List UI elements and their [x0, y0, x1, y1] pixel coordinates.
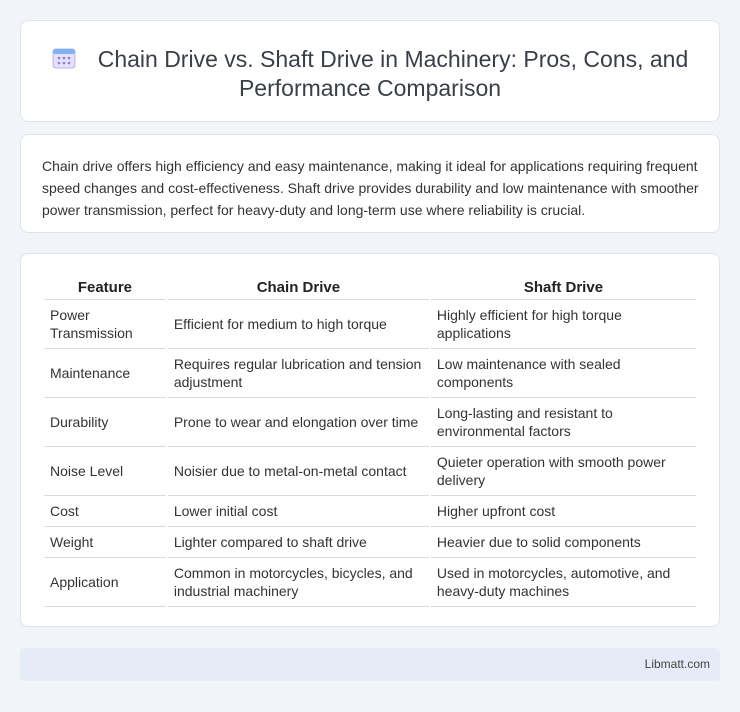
comparison-table: Feature Chain Drive Shaft Drive Power Tr… — [42, 274, 698, 607]
shaft-drive-cell: Low maintenance with sealed components — [430, 349, 696, 398]
shaft-drive-cell: Higher upfront cost — [430, 496, 696, 527]
table-row: Noise Level Noisier due to metal-on-meta… — [44, 447, 696, 496]
table-row: Cost Lower initial cost Higher upfront c… — [44, 496, 696, 527]
chain-drive-cell: Lower initial cost — [167, 496, 429, 527]
chain-drive-cell: Noisier due to metal-on-metal contact — [167, 447, 429, 496]
header-chain-drive: Chain Drive — [167, 274, 429, 300]
feature-cell: Weight — [44, 527, 166, 558]
chain-drive-cell: Requires regular lubrication and tension… — [167, 349, 429, 398]
summary-card: Chain drive offers high efficiency and e… — [20, 134, 720, 233]
title-card: Chain Drive vs. Shaft Drive in Machinery… — [20, 20, 720, 122]
feature-cell: Durability — [44, 398, 166, 447]
table-header-row: Feature Chain Drive Shaft Drive — [44, 274, 696, 300]
calendar-icon — [52, 47, 76, 69]
table-row: Durability Prone to wear and elongation … — [44, 398, 696, 447]
table-row: Weight Lighter compared to shaft drive H… — [44, 527, 696, 558]
chain-drive-cell: Common in motorcycles, bicycles, and ind… — [167, 558, 429, 607]
footer-site-link[interactable]: Libmatt.com — [645, 657, 710, 671]
comparison-table-card: Feature Chain Drive Shaft Drive Power Tr… — [20, 253, 720, 627]
table-row: Power Transmission Efficient for medium … — [44, 300, 696, 349]
footer-bar: Libmatt.com — [20, 648, 720, 681]
feature-cell: Noise Level — [44, 447, 166, 496]
table-row: Maintenance Requires regular lubrication… — [44, 349, 696, 398]
header-shaft-drive: Shaft Drive — [430, 274, 696, 300]
shaft-drive-cell: Heavier due to solid components — [430, 527, 696, 558]
shaft-drive-cell: Quieter operation with smooth power deli… — [430, 447, 696, 496]
chain-drive-cell: Lighter compared to shaft drive — [167, 527, 429, 558]
shaft-drive-cell: Long-lasting and resistant to environmen… — [430, 398, 696, 447]
summary-text: Chain drive offers high efficiency and e… — [42, 158, 699, 218]
header-feature: Feature — [44, 274, 166, 300]
page-title: Chain Drive vs. Shaft Drive in Machinery… — [97, 46, 689, 101]
feature-cell: Cost — [44, 496, 166, 527]
shaft-drive-cell: Used in motorcycles, automotive, and hea… — [430, 558, 696, 607]
feature-cell: Application — [44, 558, 166, 607]
shaft-drive-cell: Highly efficient for high torque applica… — [430, 300, 696, 349]
chain-drive-cell: Prone to wear and elongation over time — [167, 398, 429, 447]
page-title-block: Chain Drive vs. Shaft Drive in Machinery… — [21, 45, 719, 103]
feature-cell: Power Transmission — [44, 300, 166, 349]
chain-drive-cell: Efficient for medium to high torque — [167, 300, 429, 349]
table-row: Application Common in motorcycles, bicyc… — [44, 558, 696, 607]
feature-cell: Maintenance — [44, 349, 166, 398]
